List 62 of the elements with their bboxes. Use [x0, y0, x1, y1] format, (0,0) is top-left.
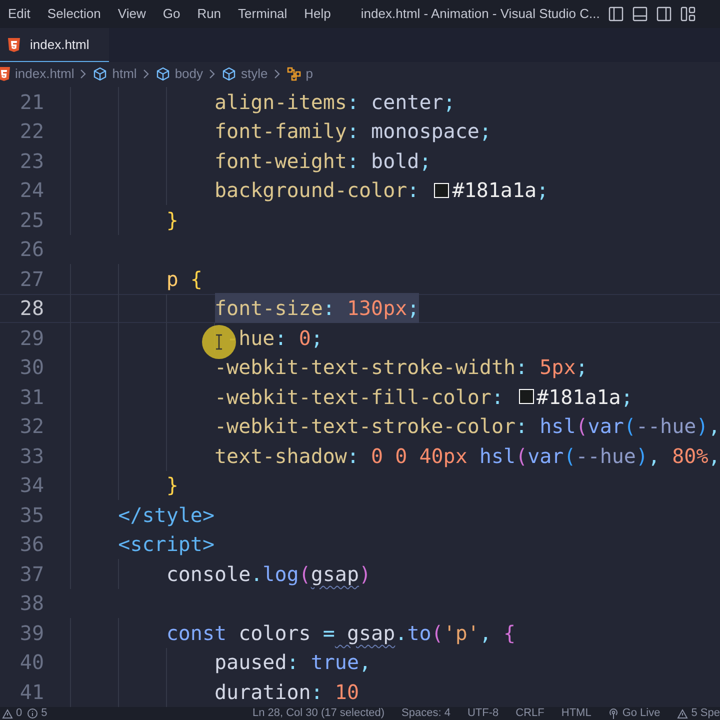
status-bar-item[interactable]: Spaces: 4 — [402, 707, 450, 720]
menu-item[interactable]: Go — [162, 4, 180, 24]
line-number: 27 — [18, 266, 44, 293]
editor-tab[interactable]: index.html — [0, 28, 110, 62]
code-line: duration: 10 — [70, 676, 360, 707]
line-number: 37 — [18, 560, 44, 588]
line-number: 32 — [18, 413, 44, 440]
code-line: font-size: 130px; — [70, 293, 420, 324]
breadcrumb-item[interactable]: index.html — [15, 64, 74, 84]
breadcrumb-item[interactable]: p — [306, 64, 313, 84]
code-line: text-shadow: 0 0 40px hsl(var(--hue), 80%, — [70, 440, 720, 471]
code-line: const colors = gsap.to('p', { — [70, 618, 516, 648]
status-bar-item[interactable]: Go Live — [608, 707, 660, 720]
code-line: } — [70, 204, 178, 235]
line-number: 25 — [18, 206, 44, 234]
breadcrumb-item[interactable]: style — [241, 64, 268, 84]
code-line: } — [70, 470, 178, 500]
line-number: 23 — [18, 148, 44, 175]
breadcrumb-item[interactable]: body — [174, 64, 204, 84]
breadcrumb-item[interactable]: html — [112, 64, 137, 84]
window-title: index.html - Animation - Visual Studio C... — [360, 5, 600, 24]
line-number: 38 — [18, 590, 44, 618]
code-line: <script> — [70, 529, 214, 560]
line-number: 28 — [18, 295, 44, 322]
code-line: -webkit-text-fill-color: #181a1a; — [70, 382, 633, 412]
menu-item[interactable]: Run — [197, 4, 222, 24]
line-number: 33 — [18, 442, 44, 470]
code-line: background-color: #181a1a; — [70, 175, 549, 206]
line-number: 35 — [18, 502, 44, 529]
status-bar-item[interactable]: 5 — [27, 707, 48, 720]
menu-item[interactable]: Edit — [8, 4, 30, 24]
line-number: 26 — [18, 236, 44, 264]
status-bar-item[interactable]: Ln 28, Col 30 (17 selected) — [252, 707, 385, 720]
line-number: 29 — [18, 324, 44, 352]
code-line: </style> — [70, 500, 214, 530]
line-number: 30 — [18, 354, 44, 382]
menu-item[interactable]: Help — [304, 4, 331, 24]
line-number: 24 — [18, 177, 44, 204]
code-line: -webkit-text-stroke-width: 5px; — [70, 352, 588, 382]
code-line: console.log(gsap) — [70, 558, 372, 589]
status-bar-item[interactable]: UTF-8 — [467, 707, 499, 720]
status-bar-item[interactable]: HTML — [561, 707, 592, 720]
code-line: paused: true, — [70, 647, 372, 678]
code-line: font-family: monospace; — [70, 116, 492, 146]
code-line: p { — [70, 264, 202, 294]
menu-item[interactable]: View — [118, 4, 146, 24]
line-number: 39 — [18, 620, 44, 647]
line-number: 40 — [18, 649, 44, 676]
code-line: -webkit-text-stroke-color: hsl(var(--hue), — [70, 411, 720, 442]
code-line: font-weight: bold; — [70, 146, 432, 176]
line-number: 41 — [18, 678, 44, 706]
line-number: 22 — [18, 118, 44, 146]
status-bar-item[interactable]: 5 Spe — [677, 707, 720, 720]
menu-item[interactable]: Selection — [47, 4, 101, 24]
code-line: align-items: center; — [70, 86, 456, 117]
line-number: 36 — [18, 531, 44, 558]
menu-item[interactable]: Terminal — [238, 4, 288, 24]
status-bar-item[interactable]: CRLF — [516, 707, 544, 720]
line-number: 31 — [18, 384, 44, 411]
line-number: 21 — [18, 88, 44, 116]
line-number: 34 — [18, 472, 44, 500]
status-bar-item[interactable]: 0 — [2, 707, 22, 720]
